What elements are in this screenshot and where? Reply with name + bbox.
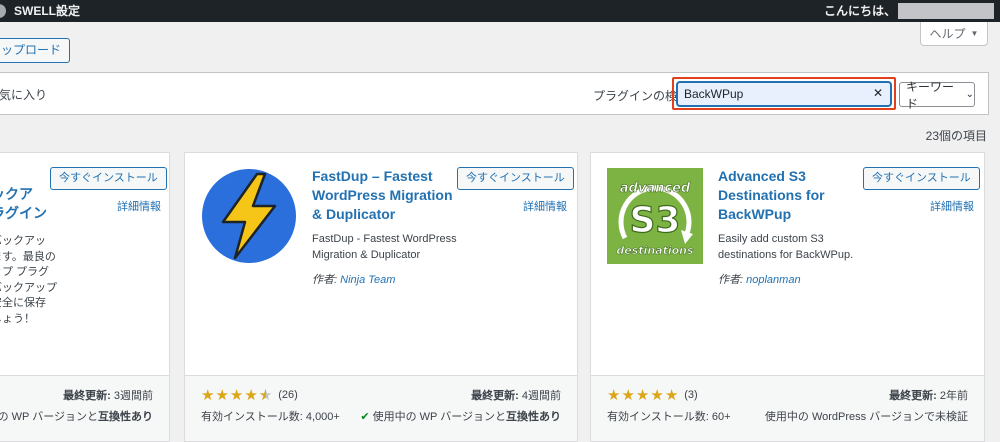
star-icon: ★ bbox=[215, 387, 229, 404]
plugin-author: 作者: Ninja Team bbox=[312, 271, 395, 287]
install-now-button[interactable]: 今すぐインストール bbox=[50, 167, 167, 190]
icon-text-advanced: advanced bbox=[620, 181, 691, 196]
star-icon: ★ bbox=[635, 387, 650, 404]
compat-text: 用中の WP バージョンと bbox=[0, 411, 98, 423]
last-updated-label: 最終更新: bbox=[63, 390, 111, 402]
plugin-description: FastDup - Fastest WordPress Migration & … bbox=[312, 233, 457, 261]
star-rating: ★ ★ ★ ★ ★ (26) bbox=[201, 386, 298, 404]
wordpress-logo-icon[interactable] bbox=[0, 0, 8, 22]
check-icon: ✔ bbox=[360, 411, 370, 423]
plugin-search-input[interactable] bbox=[677, 82, 891, 106]
more-details-link[interactable]: 詳細情報 bbox=[117, 198, 161, 214]
description-line: ます。最良の bbox=[0, 250, 56, 263]
compat-status: 互換性あり bbox=[506, 411, 561, 423]
rating-count[interactable]: (3) bbox=[684, 389, 697, 401]
star-icon: ★ bbox=[607, 387, 621, 404]
description-line: しょう！ bbox=[0, 312, 35, 325]
s3-destinations-icon[interactable]: advanced S3 destinations bbox=[607, 168, 703, 264]
tab-favorites[interactable]: 気に入り bbox=[0, 86, 47, 103]
admin-bar: SWELL設定 こんにちは、 bbox=[0, 0, 1000, 22]
star-icon: ★ bbox=[664, 387, 679, 404]
plugin-icon[interactable] bbox=[201, 168, 297, 264]
install-now-button[interactable]: 今すぐインストール bbox=[863, 167, 980, 190]
description-line: ップ プラグ bbox=[0, 266, 50, 278]
author-label: 作者: bbox=[718, 274, 744, 286]
plugin-title[interactable]: ックア ラグイン bbox=[0, 185, 47, 223]
last-updated-value: 4週間前 bbox=[521, 390, 561, 402]
help-button[interactable]: ヘルプ ▼ bbox=[920, 22, 988, 46]
install-now-button[interactable]: 今すぐインストール bbox=[457, 167, 574, 190]
plugin-card: advanced S3 destinations Advanced S3 Des… bbox=[590, 152, 985, 442]
compat-status: 互換性あり bbox=[98, 411, 153, 423]
last-updated-value: 2年前 bbox=[939, 390, 968, 402]
author-link[interactable]: noplanman bbox=[746, 274, 800, 286]
plugin-card: FastDup – Fastest WordPress Migration & … bbox=[184, 152, 578, 442]
icon-text-destinations: destinations bbox=[616, 244, 694, 257]
search-type-value: キーワード bbox=[906, 79, 955, 111]
upload-plugin-button[interactable]: ップロード bbox=[0, 38, 71, 63]
clear-search-icon[interactable]: ✕ bbox=[871, 86, 885, 100]
icon-text-s3: S3 bbox=[630, 200, 681, 241]
last-updated-value: 3週間前 bbox=[113, 390, 153, 402]
site-menu[interactable]: SWELL設定 bbox=[0, 0, 80, 22]
plugin-title-line[interactable]: ラグイン bbox=[0, 204, 47, 223]
result-count: 23個の項目 bbox=[925, 129, 987, 143]
author-label: 作者: bbox=[312, 274, 338, 286]
star-icon: ★ bbox=[201, 387, 215, 404]
help-label: ヘルプ bbox=[929, 27, 966, 41]
caret-down-icon: ▼ bbox=[970, 29, 979, 38]
star-icon: ★ bbox=[244, 387, 258, 404]
plugin-description: バックアッ ます。最良の ップ プラグ バックアップ 安全に保存 しょう！ bbox=[0, 234, 57, 327]
last-updated: 最終更新: 3週間前 bbox=[63, 387, 153, 403]
description-line: バックアップ bbox=[0, 281, 57, 294]
half-star-icon: ★ bbox=[259, 386, 272, 404]
description-line: 安全に保存 bbox=[0, 297, 46, 309]
more-details-link[interactable]: 詳細情報 bbox=[523, 198, 567, 214]
plugin-author: 作者: noplanman bbox=[718, 271, 801, 287]
site-name[interactable]: SWELL設定 bbox=[14, 0, 80, 22]
plugin-title-line[interactable]: ックア bbox=[0, 185, 47, 204]
star-rating: ★ ★ ★ ★ ★ (3) bbox=[607, 386, 698, 404]
star-icon: ★ bbox=[621, 387, 635, 404]
last-updated: 最終更新: 4週間前 bbox=[471, 387, 561, 403]
compat-text: 使用中の WP バージョンと bbox=[372, 411, 506, 423]
plugin-card: ックア ラグイン 今すぐインストール 詳細情報 バックアッ ます。最良の ップ … bbox=[0, 152, 170, 442]
star-icon: ★ bbox=[650, 387, 664, 404]
plugin-description: Easily add custom S3 destinations for Ba… bbox=[718, 233, 854, 261]
rating-count[interactable]: (26) bbox=[278, 389, 298, 401]
greeting[interactable]: こんにちは、 bbox=[824, 0, 896, 22]
compatibility: 使用中の WordPress バージョンで未検証 bbox=[764, 411, 968, 423]
user-name-redacted[interactable] bbox=[898, 3, 994, 19]
compatibility: 用中の WP バージョンと互換性あり bbox=[0, 408, 153, 424]
compatibility: ✔ 使用中の WP バージョンと互換性あり bbox=[360, 408, 561, 424]
chevron-down-icon: ⌄ bbox=[965, 89, 974, 100]
active-installs: 有効インストール数: 4,000+ bbox=[201, 411, 340, 423]
more-details-link[interactable]: 詳細情報 bbox=[930, 198, 974, 214]
plugin-icon[interactable]: advanced S3 destinations bbox=[607, 168, 703, 264]
last-updated-label: 最終更新: bbox=[471, 390, 519, 402]
last-updated: 最終更新: 2年前 bbox=[889, 387, 968, 403]
lightning-bolt-icon[interactable] bbox=[201, 168, 297, 264]
active-installs: 有効インストール数: 60+ bbox=[607, 411, 731, 423]
search-type-select[interactable]: キーワード ⌄ bbox=[899, 80, 975, 111]
description-line: バックアッ bbox=[0, 235, 46, 247]
last-updated-label: 最終更新: bbox=[889, 390, 937, 402]
filter-bar: 気に入り プラグインの検索 ✕ キーワード ⌄ bbox=[0, 72, 989, 115]
star-icon: ★ bbox=[229, 387, 244, 404]
plugin-title[interactable]: FastDup – Fastest WordPress Migration & … bbox=[312, 167, 460, 224]
plugin-title[interactable]: Advanced S3 Destinations for BackWPup bbox=[718, 167, 866, 224]
author-link[interactable]: Ninja Team bbox=[340, 274, 395, 286]
